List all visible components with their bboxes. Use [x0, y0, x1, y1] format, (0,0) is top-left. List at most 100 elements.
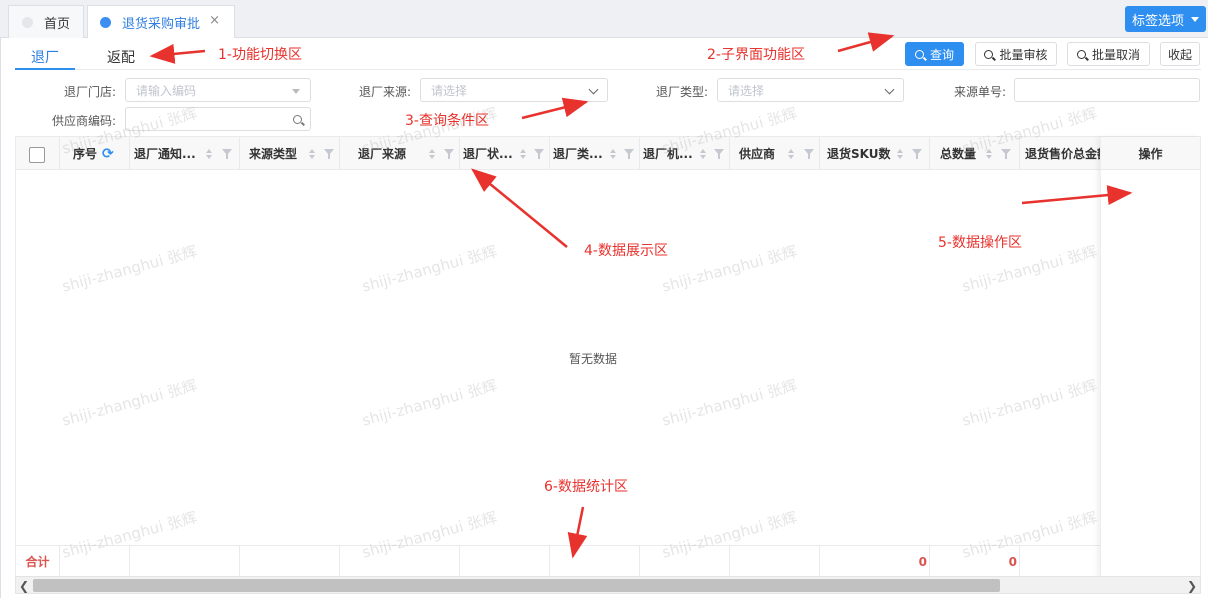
active-tab-indicator	[15, 68, 75, 70]
source-no-input[interactable]	[1014, 78, 1200, 102]
sort-icon[interactable]	[429, 149, 435, 159]
chevron-down-icon	[588, 84, 599, 95]
filter-icon[interactable]	[222, 149, 232, 159]
divider	[15, 69, 1201, 70]
empty-state: 暂无数据	[569, 352, 618, 366]
summary-cell	[130, 546, 240, 577]
summary-cell	[1020, 546, 1100, 577]
filter-icon[interactable]	[804, 149, 814, 159]
query-button[interactable]: 查询	[905, 42, 964, 66]
source-select[interactable]: 请选择	[420, 78, 608, 102]
type-label: 退厂类型:	[655, 85, 708, 99]
summary-cell	[550, 546, 640, 577]
scroll-left-icon[interactable]: ❮	[19, 579, 29, 593]
store-label: 退厂门店:	[63, 85, 116, 99]
search-icon	[1076, 49, 1086, 59]
annotation-3: 3-查询条件区	[405, 113, 489, 129]
col-label: 来源类型	[249, 147, 298, 161]
main-panel: 退厂 返配 查询 批量审核 批量取消 收起 退厂门店: 请输入编码 退厂来源: …	[0, 38, 1208, 598]
col-label: 序号	[73, 147, 98, 161]
col-status[interactable]: 退厂状...	[460, 137, 550, 170]
batch-cancel-button[interactable]: 批量取消	[1067, 42, 1150, 66]
annotation-6: 6-数据统计区	[544, 479, 628, 495]
col-operation: 操作	[1101, 137, 1200, 170]
source-no-label: 来源单号:	[953, 85, 1006, 99]
batch-cancel-label: 批量取消	[1091, 47, 1140, 62]
col-seq: 序号 ⟳	[60, 137, 130, 170]
batch-review-label: 批量审核	[999, 47, 1048, 62]
col-total-qty[interactable]: 总数量	[930, 137, 1020, 170]
batch-review-button[interactable]: 批量审核	[975, 42, 1057, 66]
sort-icon[interactable]	[986, 149, 992, 159]
col-type[interactable]: 退厂类...	[550, 137, 640, 170]
col-machine[interactable]: 退厂机...	[640, 137, 730, 170]
sort-icon[interactable]	[700, 149, 706, 159]
summary-row: 合计 0 0	[16, 545, 1100, 577]
search-icon	[293, 113, 302, 127]
col-source-type[interactable]: 来源类型	[240, 137, 340, 170]
sort-icon[interactable]	[206, 149, 212, 159]
scroll-right-icon[interactable]: ❯	[1187, 579, 1197, 593]
filter-icon[interactable]	[714, 149, 724, 159]
sort-icon[interactable]	[897, 149, 903, 159]
sort-icon[interactable]	[610, 149, 616, 159]
refresh-icon[interactable]: ⟳	[102, 146, 114, 162]
filter-icon[interactable]	[324, 149, 334, 159]
col-source[interactable]: 退厂来源	[340, 137, 460, 170]
tab-home[interactable]: 首页	[8, 5, 84, 38]
col-notice[interactable]: 退厂通知...	[130, 137, 240, 170]
col-label: 总数量	[940, 147, 977, 161]
scrollbar-thumb[interactable]	[33, 579, 1000, 592]
chevron-down-icon	[884, 84, 895, 95]
tab-dot-icon	[100, 16, 111, 28]
tab-dot-icon	[22, 16, 33, 28]
source-placeholder: 请选择	[431, 83, 468, 98]
search-icon	[914, 49, 924, 59]
sort-icon[interactable]	[309, 149, 315, 159]
annotation-5: 5-数据操作区	[938, 235, 1022, 251]
store-input[interactable]: 请输入编码	[125, 78, 311, 102]
close-icon[interactable]: ×	[209, 13, 220, 28]
dropdown-icon	[292, 89, 300, 94]
summary-cell	[340, 546, 460, 577]
col-label: 退厂来源	[358, 147, 407, 161]
horizontal-scrollbar[interactable]: ❮ ❯	[15, 576, 1201, 594]
label-options-text: 标签选项	[1131, 13, 1184, 29]
col-label: 退厂机...	[643, 147, 693, 161]
filter-icon[interactable]	[444, 149, 454, 159]
search-icon	[984, 49, 994, 59]
type-select[interactable]: 请选择	[717, 78, 904, 102]
sort-icon[interactable]	[788, 149, 794, 159]
supplier-code-input[interactable]	[125, 107, 311, 131]
select-all-checkbox[interactable]	[29, 147, 45, 163]
summary-total-qty: 0	[930, 546, 1020, 577]
select-all-cell	[16, 137, 60, 170]
tab-label: 首页	[44, 16, 71, 32]
store-placeholder: 请输入编码	[136, 83, 197, 98]
collapse-button[interactable]: 收起	[1160, 42, 1200, 66]
tab-return-approval[interactable]: 退货采购审批 ×	[87, 5, 235, 38]
col-sku-count[interactable]: 退货SKU数	[820, 137, 930, 170]
tab-return-distribution[interactable]: 返配	[107, 47, 135, 67]
tab-bar: 首页 退货采购审批 × 标签选项	[0, 0, 1208, 38]
summary-cell	[240, 546, 340, 577]
table-header: 序号 ⟳ 退厂通知... 来源类型 退厂来源 退厂状... 退厂类... 退厂机.…	[16, 137, 1200, 170]
filter-icon[interactable]	[624, 149, 634, 159]
supplier-code-label: 供应商编码:	[51, 114, 116, 128]
operation-column: 操作	[1100, 137, 1200, 578]
sort-icon[interactable]	[520, 149, 526, 159]
col-total-amount[interactable]: 退货售价总金额	[1020, 137, 1100, 170]
col-label: 供应商	[739, 147, 776, 161]
filter-icon[interactable]	[912, 149, 922, 159]
col-supplier[interactable]: 供应商	[730, 137, 820, 170]
filter-icon[interactable]	[534, 149, 544, 159]
tab-return-factory[interactable]: 退厂	[31, 47, 59, 67]
tab-label: 退货采购审批	[122, 16, 201, 32]
summary-cell	[640, 546, 730, 577]
annotation-2: 2-子界面功能区	[707, 47, 805, 63]
summary-label: 合计	[16, 546, 60, 577]
col-label: 退厂通知...	[134, 147, 196, 161]
filter-icon[interactable]	[1001, 149, 1011, 159]
summary-cell	[730, 546, 820, 577]
label-options-button[interactable]: 标签选项	[1125, 6, 1206, 32]
